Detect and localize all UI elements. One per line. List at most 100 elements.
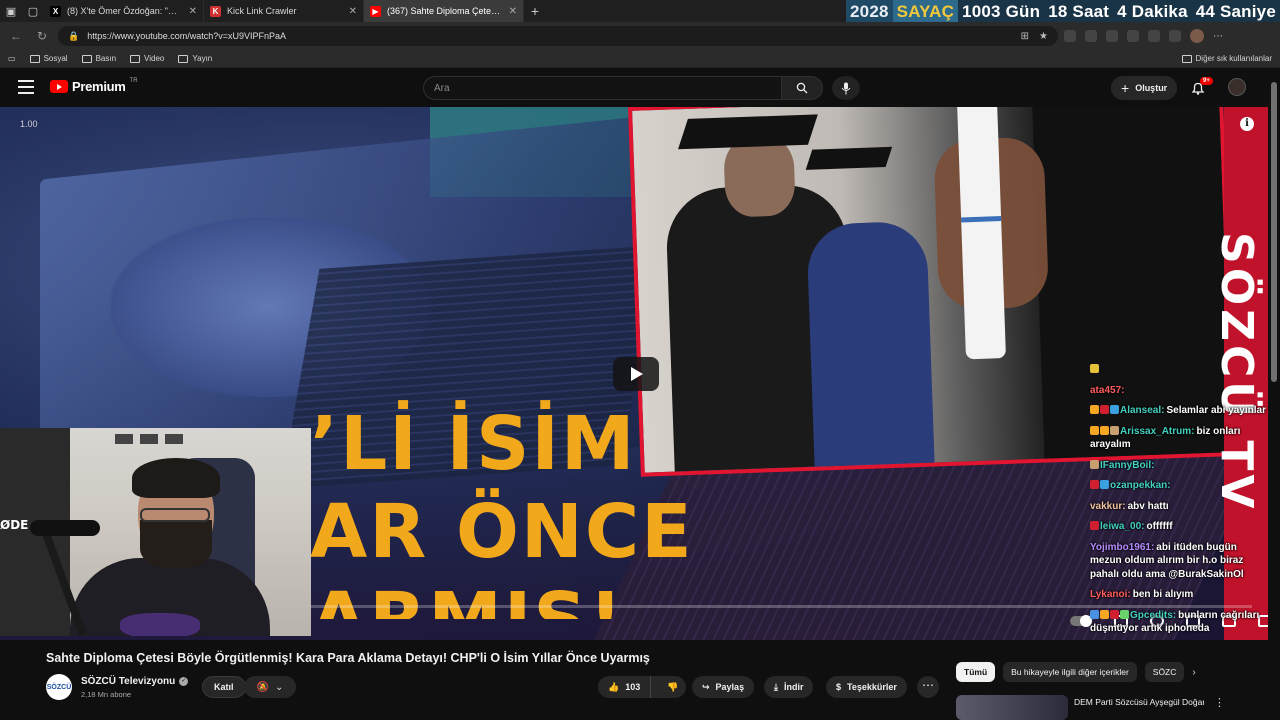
channel-name-text: SÖZCÜ Televizyonu [81,676,176,687]
favorite-star-icon[interactable]: ★ [1039,31,1048,42]
chat-message: Gpcedits: bunların çağrıları düşmüyor art… [1090,609,1270,636]
refresh-icon[interactable]: ↻ [32,29,52,43]
like-button[interactable]: 👍 103 [598,676,652,698]
browser-tab-x[interactable]: X (8) X'te Ömer Özdoğan: "Kamuoy ✕ [44,0,204,22]
chat-badge-icon [1110,609,1119,619]
chat-username[interactable]: Lykanoi: [1090,589,1131,600]
dislike-button[interactable]: 👎 [657,682,688,693]
page-scrollbar[interactable] [1268,68,1280,720]
share-button[interactable]: ↪ Paylaş [692,676,755,698]
extension-icon[interactable] [1127,30,1139,42]
thumbnail-line-2: AR ÖNCE [310,489,694,575]
extension-icon[interactable] [1169,30,1181,42]
more-menu-icon[interactable]: ⋯ [1213,31,1223,42]
bookmarks-bar: ▭ Sosyal Basın Video Yayın Diğer sık kul… [0,50,1280,68]
extension-icon[interactable] [1148,30,1160,42]
join-button[interactable]: Katıl [202,676,246,698]
download-button[interactable]: ⤓ İndir [764,676,814,698]
create-button[interactable]: + Oluştur [1111,76,1178,100]
voice-search-button[interactable] [832,76,860,100]
chevron-right-icon[interactable]: › [1192,667,1195,678]
account-avatar[interactable] [1228,78,1246,96]
recommended-video-thumbnail[interactable] [956,695,1068,720]
bookmark-add-icon[interactable]: ▭ [8,54,16,63]
search-icon [796,82,808,94]
chat-badge-icon [1120,609,1129,619]
channel-avatar[interactable]: SÖZCÜ [46,674,72,700]
youtube-favicon-icon: ▶ [370,5,381,17]
chip-channel[interactable]: SÖZC [1144,662,1185,682]
channel-name[interactable]: SÖZCÜ Televizyonu ✓ [81,676,189,687]
recommendation-chips: Tümü Bu hikayeyle ilgili diğer içerikler… [956,662,1196,682]
chat-username[interactable]: vakkur: [1090,501,1126,512]
autoplay-toggle[interactable] [1070,615,1092,627]
webcam-text: ØDE [0,518,29,532]
chip-all[interactable]: Tümü [956,662,996,682]
like-dislike-group: 👍 103 👎 [598,676,686,698]
chat-username[interactable]: Arissax_Atrum: [1120,426,1194,437]
search-button[interactable] [781,76,823,100]
scrollbar-thumb[interactable] [1271,82,1277,382]
more-actions-button[interactable]: ⋯ [917,676,939,698]
chat-message: IFannyBoil: [1090,459,1270,473]
extension-icon[interactable] [1085,30,1097,42]
other-bookmarks[interactable]: Diğer sık kullanılanlar [1181,54,1272,63]
hamburger-menu-icon[interactable] [18,80,34,94]
chat-username[interactable]: leiwa_00: [1100,521,1144,532]
info-icon[interactable]: i [1240,117,1254,131]
workspaces-icon[interactable]: ▣ [0,0,22,22]
chat-text: offffff [1146,521,1173,532]
close-tab-icon[interactable]: ✕ [189,6,197,17]
more-vertical-icon[interactable]: ⋮ [1214,696,1225,709]
thumbnail-line-3: ARMIŞ! [310,583,830,619]
streamer-beard [140,520,212,568]
folder-icon [1181,54,1192,63]
close-tab-icon[interactable]: ✕ [509,6,517,17]
logo-region: TR [129,77,138,84]
bookmark-folder-yayin[interactable]: Yayın [178,54,212,63]
youtube-logo[interactable]: Premium TR [50,77,138,94]
chat-username[interactable]: Yojimbo1961: [1090,542,1154,553]
bookmark-folder-video[interactable]: Video [130,54,164,63]
chat-message: leiwa_00: offffff [1090,520,1270,534]
extension-icon[interactable] [1106,30,1118,42]
countdown-days: 1003 Gün [962,2,1041,21]
bookmark-label: Yayın [192,54,213,63]
bookmark-folder-basin[interactable]: Basın [81,54,117,63]
bookmark-label: Basın [95,54,117,63]
app-available-icon[interactable]: ⊞ [1021,31,1029,42]
video-details: Sahte Diploma Çetesi Böyle Örgütlenmiş! … [0,640,1280,720]
site-info-icon[interactable]: 🔒 [68,31,79,42]
back-icon[interactable]: ← [6,29,26,43]
url-field[interactable]: 🔒 https://www.youtube.com/watch?v=xU9VIP… [58,26,1058,46]
chat-username[interactable]: ata457: [1090,385,1124,396]
browser-tab-youtube[interactable]: ▶ (367) Sahte Diploma Çetesi Böyle ✕ [364,0,524,22]
search-input[interactable] [423,76,781,100]
chat-message: vakkur: abv hattı [1090,500,1270,514]
profile-avatar[interactable] [1190,29,1204,43]
new-tab-button[interactable]: + [524,3,546,19]
browser-tab-kick[interactable]: K Kick Link Crawler ✕ [204,0,364,22]
tab-title: (367) Sahte Diploma Çetesi Böyle [387,6,503,16]
thanks-button[interactable]: $ Teşekkürler [826,676,907,698]
extension-icon[interactable] [1064,30,1076,42]
close-tab-icon[interactable]: ✕ [349,6,357,17]
notification-count-badge: 9+ [1200,77,1213,85]
plus-icon: + [1121,80,1130,96]
countdown-hours: 18 Saat [1048,2,1110,21]
chip-related[interactable]: Bu hikayeyle ilgili diğer içerikler [1003,662,1137,682]
chat-username[interactable]: Alanseal: [1120,405,1164,416]
chat-username[interactable]: IFannyBoil: [1100,460,1154,471]
folder-icon [178,54,189,63]
shirt-logo [120,613,200,636]
chat-username[interactable]: Gpcedits: [1130,610,1176,621]
streamer-hair [132,458,220,498]
thumbs-down-icon: 👎 [667,681,679,692]
chat-username[interactable]: ozanpekkan: [1110,480,1171,491]
play-button[interactable] [613,357,659,391]
recommended-video-title[interactable]: DEM Parti Sözcüsü Ayşegül Doğan açıklama… [1074,697,1204,707]
chat-text: Selamlar abi yayınlar [1166,405,1266,416]
bookmark-folder-sosyal[interactable]: Sosyal [29,54,68,63]
subscribed-notifications-button[interactable]: 🔕 ⌄ [244,676,296,698]
tab-actions-icon[interactable]: ▢ [22,0,44,22]
